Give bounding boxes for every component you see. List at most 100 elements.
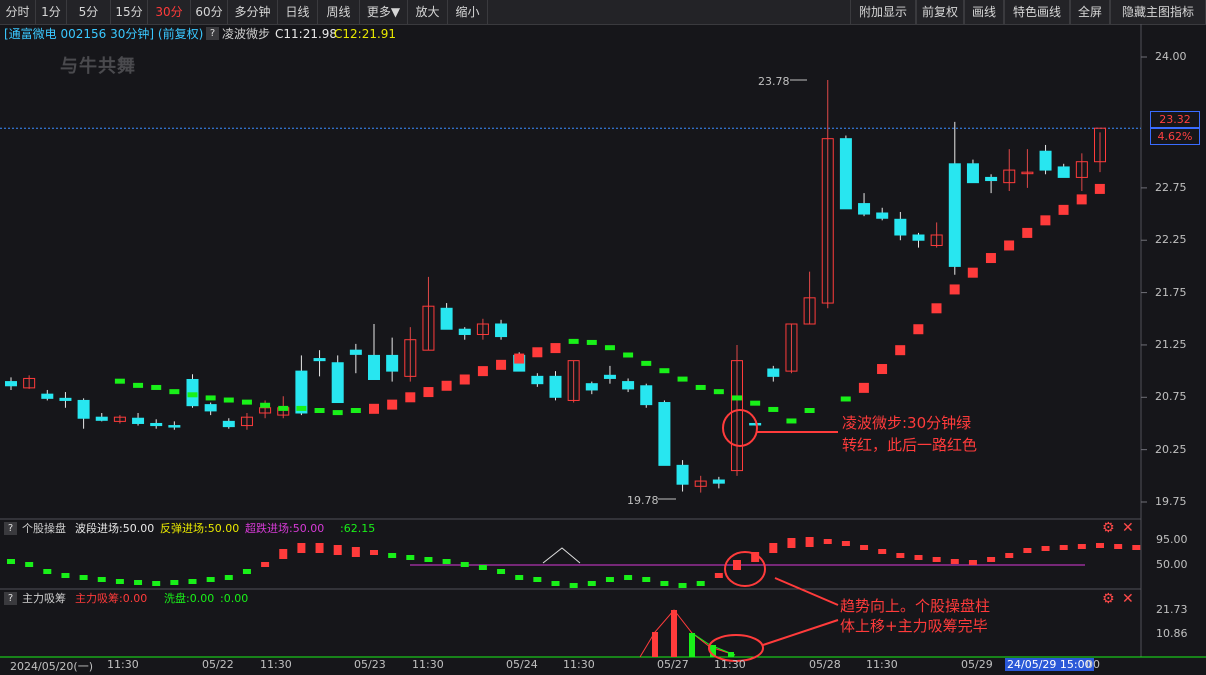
candle-body-18: [331, 362, 344, 404]
panel2-bar-2: [689, 633, 695, 657]
candle-body-24: [440, 307, 453, 330]
candle-body-46: [839, 138, 852, 210]
panel1-dot-11: [206, 577, 215, 582]
lingbo-mark-30: [659, 368, 670, 374]
lingbo-mark-44: [931, 303, 942, 314]
panel1-dot-7: [134, 580, 143, 585]
panel1-dot-54: [987, 557, 996, 562]
panel1-dot-57: [1041, 546, 1050, 551]
high-price-label: 23.78: [758, 75, 790, 88]
panel1-dot-25: [460, 562, 469, 567]
lingbo-mark-3: [169, 389, 180, 395]
lingbo-mark-51: [1058, 204, 1069, 215]
lingbo-mark-14: [369, 403, 379, 414]
panel1-dot-36: [660, 581, 669, 586]
panel1-value-label: :62.15: [340, 522, 376, 535]
candle-body-58: [1057, 166, 1070, 178]
lingbo-mark-9: [278, 405, 289, 411]
panel2-name: 主力吸筹: [22, 592, 66, 605]
lingbo-mark-23: [532, 347, 543, 358]
lingbo-mark-39: [840, 396, 851, 402]
lingbo-mark-29: [641, 360, 652, 366]
time-axis-label-3: 11:30: [260, 658, 292, 671]
time-axis-label-4: 05/23: [354, 658, 386, 671]
panel1-dot-53: [968, 560, 977, 565]
panel1-dot-44: [805, 537, 814, 547]
candle-body-53: [966, 163, 979, 184]
panel1-rebound-label: 反弹进场:50.00: [160, 522, 240, 535]
panel1-dot-31: [569, 583, 578, 588]
panel1-dot-3: [61, 573, 70, 578]
panel1-dot-58: [1059, 545, 1068, 550]
current-change-label: 4.62%: [1150, 128, 1200, 145]
time-axis-label-9: 11:30: [714, 658, 746, 671]
price-axis-label-8: 19.75: [1155, 495, 1187, 508]
candle-body-47: [858, 203, 871, 215]
panel1-wave-label: 波段进场:50.00: [75, 522, 155, 535]
panel1-dot-43: [787, 538, 796, 548]
candle-body-11: [204, 404, 217, 412]
panel1-dot-35: [642, 577, 651, 582]
panel2-close-icon[interactable]: ✕: [1122, 592, 1134, 606]
time-axis-label-7: 11:30: [563, 658, 595, 671]
panel2-gear-icon[interactable]: ⚙: [1102, 592, 1115, 606]
panel1-gear-icon[interactable]: ⚙: [1102, 521, 1115, 535]
panel1-dot-34: [624, 575, 633, 580]
lingbo-mark-24: [550, 343, 561, 354]
panel1-close-icon[interactable]: ✕: [1122, 521, 1134, 535]
lingbo-mark-49: [1022, 227, 1033, 238]
panel1-dot-5: [97, 577, 106, 582]
lingbo-mark-35: [750, 400, 761, 406]
panel1-dot-24: [442, 559, 451, 564]
main-annotation-line2: 转红，此后一路红色: [842, 436, 978, 454]
price-axis-label-4: 21.75: [1155, 285, 1187, 299]
lingbo-mark-28: [623, 352, 634, 358]
candle-body-32: [585, 383, 598, 391]
panel1-dot-6: [115, 579, 124, 584]
candle-body-42: [767, 368, 780, 377]
candle-body-33: [603, 374, 616, 379]
panel2-annotation-pointer: [762, 619, 839, 646]
lingbo-mark-13: [350, 408, 361, 413]
lingbo-mark-8: [260, 402, 271, 408]
panel1-dot-17: [315, 543, 324, 553]
time-axis-label-0: 2024/05/20(一): [10, 660, 93, 673]
lingbo-mark-33: [713, 389, 724, 395]
lingbo-mark-11: [314, 408, 325, 413]
panel1-dot-15: [279, 549, 288, 559]
main-annotation-circle: [722, 409, 758, 447]
candle-body-9: [168, 425, 181, 428]
panel1-dot-42: [769, 543, 778, 553]
time-axis-label-1: 11:30: [107, 658, 139, 671]
panel1-dot-33: [605, 577, 614, 582]
candle-body-8: [150, 422, 163, 427]
panel1-dot-45: [823, 539, 832, 544]
candle-body-30: [549, 375, 562, 398]
panel2-axis-top: 21.73: [1156, 603, 1188, 616]
panel2-help-button[interactable]: ?: [4, 592, 17, 605]
lingbo-mark-32: [695, 384, 706, 390]
candle-body-17: [313, 358, 326, 362]
candle-body-0: [5, 381, 17, 387]
panel1-dot-61: [1114, 544, 1123, 549]
panel2-absorb-label: 主力吸筹:0.00: [75, 592, 148, 605]
candle-body-20: [368, 354, 380, 380]
time-axis-label-11: 11:30: [866, 658, 898, 671]
candle-body-37: [676, 464, 689, 485]
candle-body-4: [77, 399, 90, 419]
candle-body-50: [912, 234, 925, 241]
lingbo-mark-40: [858, 382, 869, 393]
lingbo-mark-25: [568, 338, 579, 344]
panel1-dot-9: [170, 580, 179, 585]
panel1-dot-14: [261, 562, 270, 567]
panel1-help-button[interactable]: ?: [4, 522, 17, 535]
lingbo-mark-31: [677, 376, 688, 382]
lingbo-mark-26: [586, 339, 597, 345]
panel1-annotation-pointer: [774, 577, 839, 606]
candle-body-49: [894, 218, 907, 236]
lingbo-mark-16: [405, 392, 416, 403]
lingbo-mark-21: [496, 359, 507, 370]
panel2-bar-0: [652, 632, 658, 657]
panel1-axis-50: 50.00: [1156, 558, 1188, 571]
panel1-dot-48: [878, 549, 887, 554]
